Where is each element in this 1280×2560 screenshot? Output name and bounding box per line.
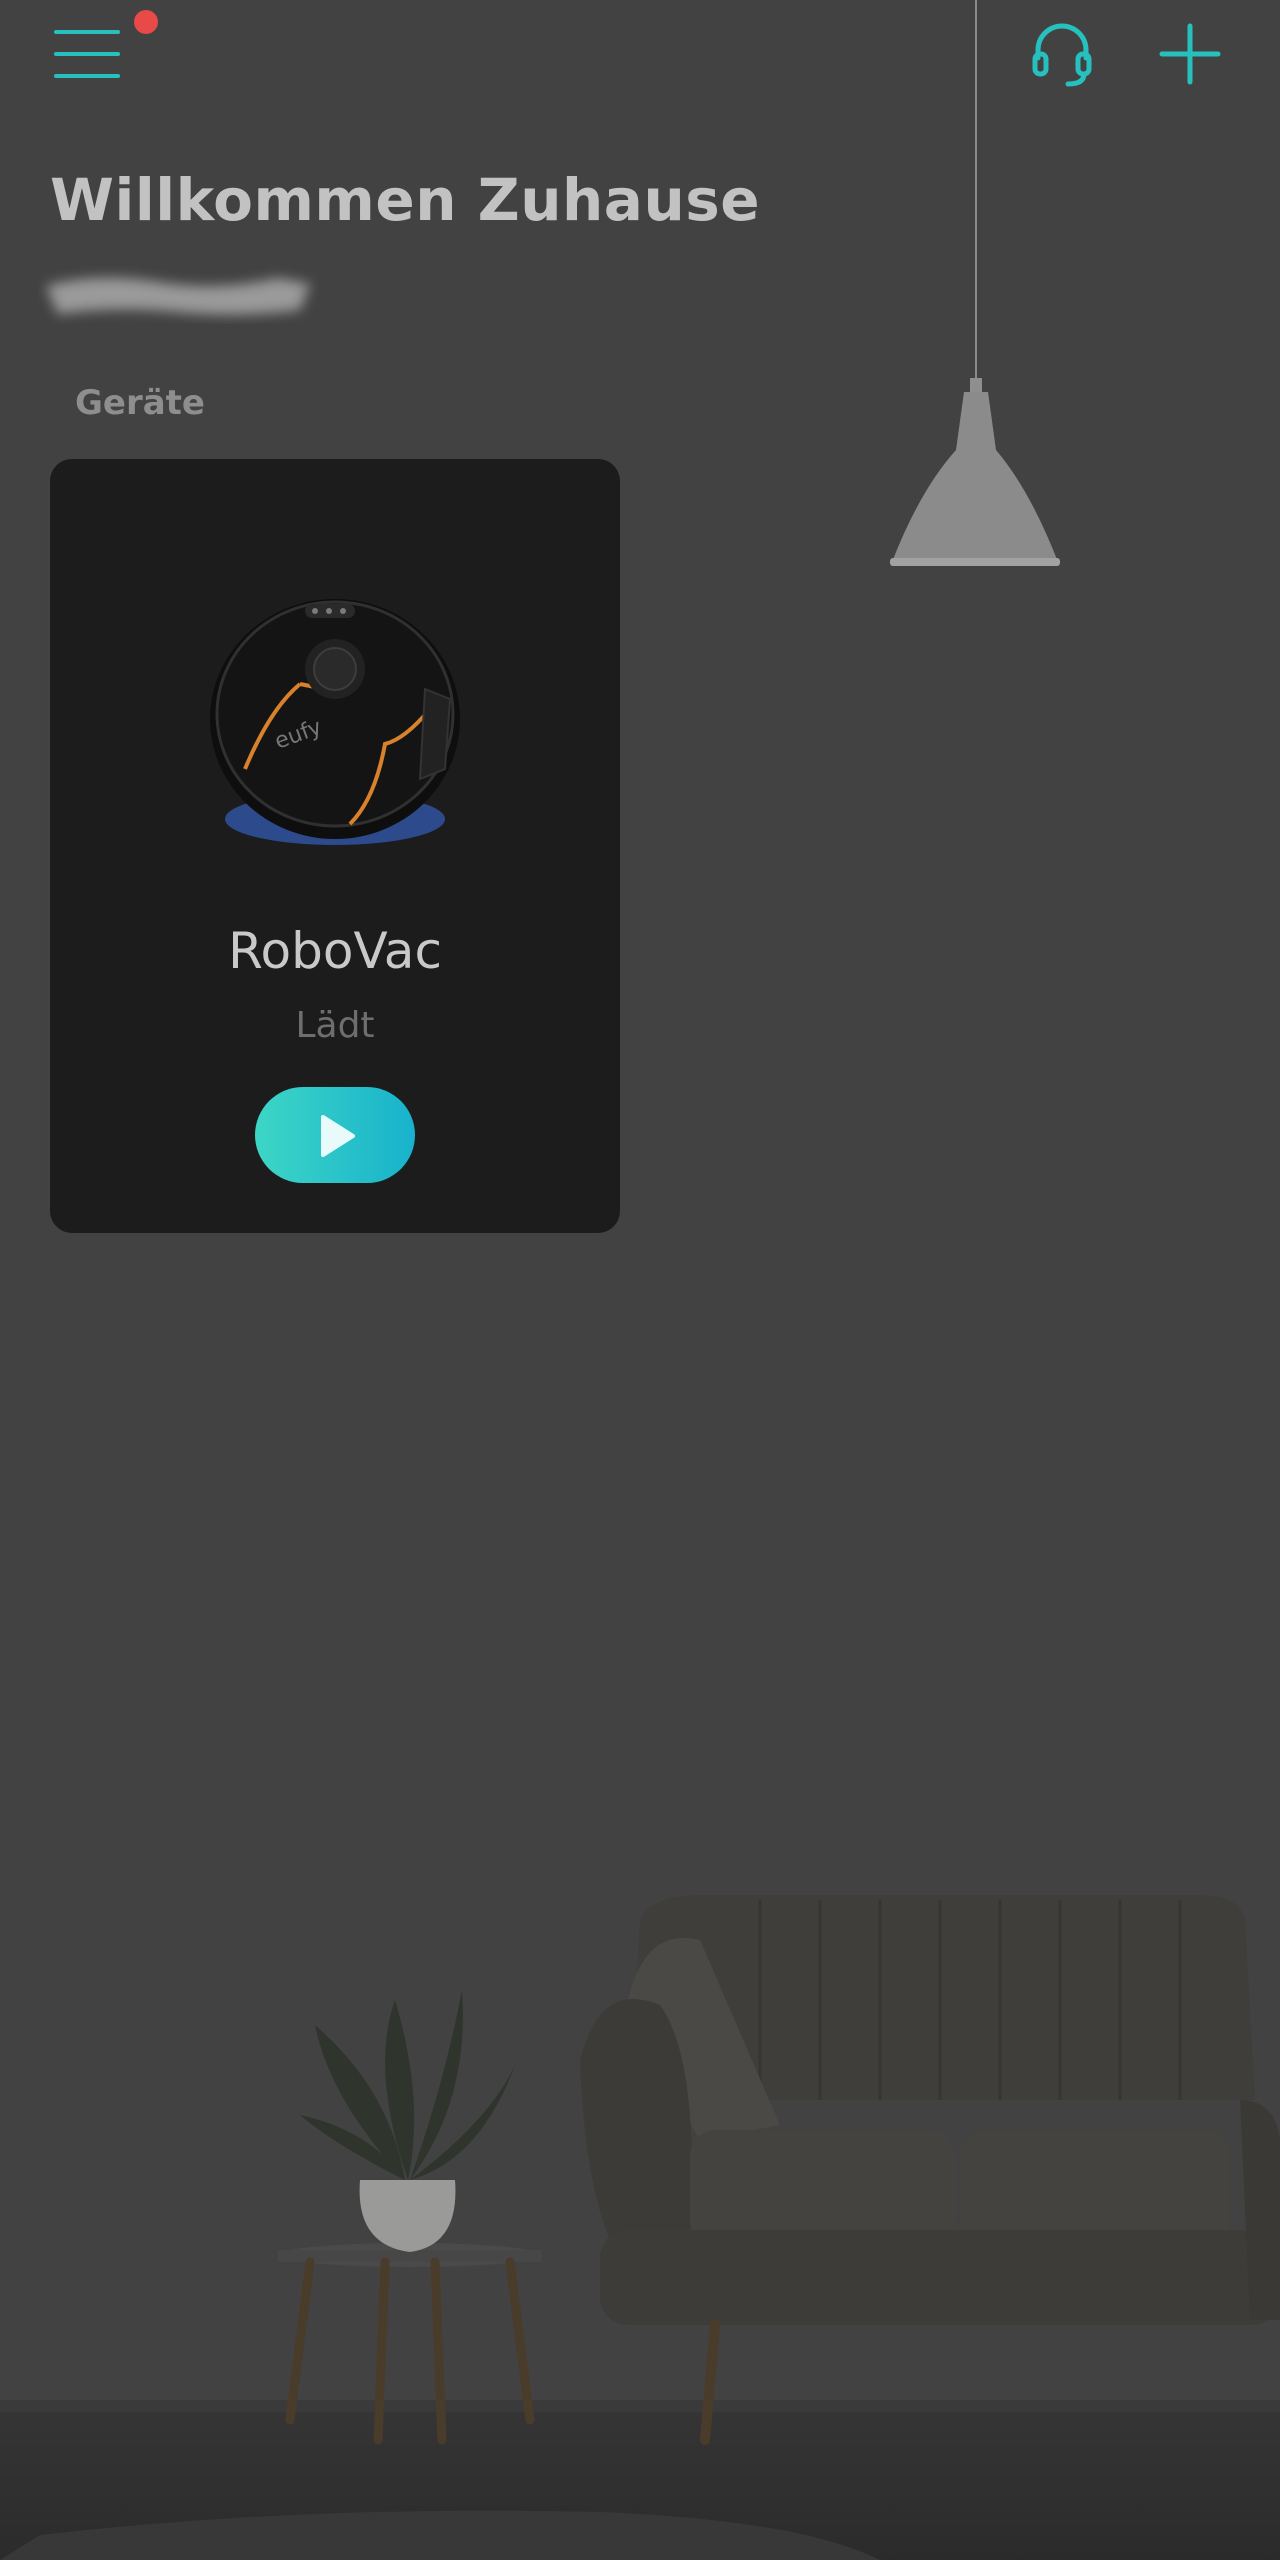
play-icon <box>321 1115 355 1157</box>
device-name: RoboVac <box>228 922 442 980</box>
hamburger-menu-icon <box>54 30 120 78</box>
welcome-title: Willkommen Zuhause <box>50 166 761 234</box>
add-device-button[interactable] <box>1158 22 1222 86</box>
device-status: Lädt <box>295 1005 375 1046</box>
robot-vacuum-image: eufy <box>210 599 460 845</box>
device-card-robovac[interactable]: eufy RoboVac Lädt <box>50 459 620 1233</box>
pendant-lamp-illustration <box>890 0 1060 566</box>
blurred-username <box>46 277 310 315</box>
living-room-illustration <box>0 1895 1280 2560</box>
top-bar <box>0 0 1280 120</box>
start-cleaning-button[interactable] <box>255 1087 415 1183</box>
devices-section-label: Geräte <box>75 383 205 423</box>
plus-icon <box>1159 23 1221 85</box>
notification-dot <box>134 10 158 34</box>
menu-button[interactable] <box>52 10 158 84</box>
